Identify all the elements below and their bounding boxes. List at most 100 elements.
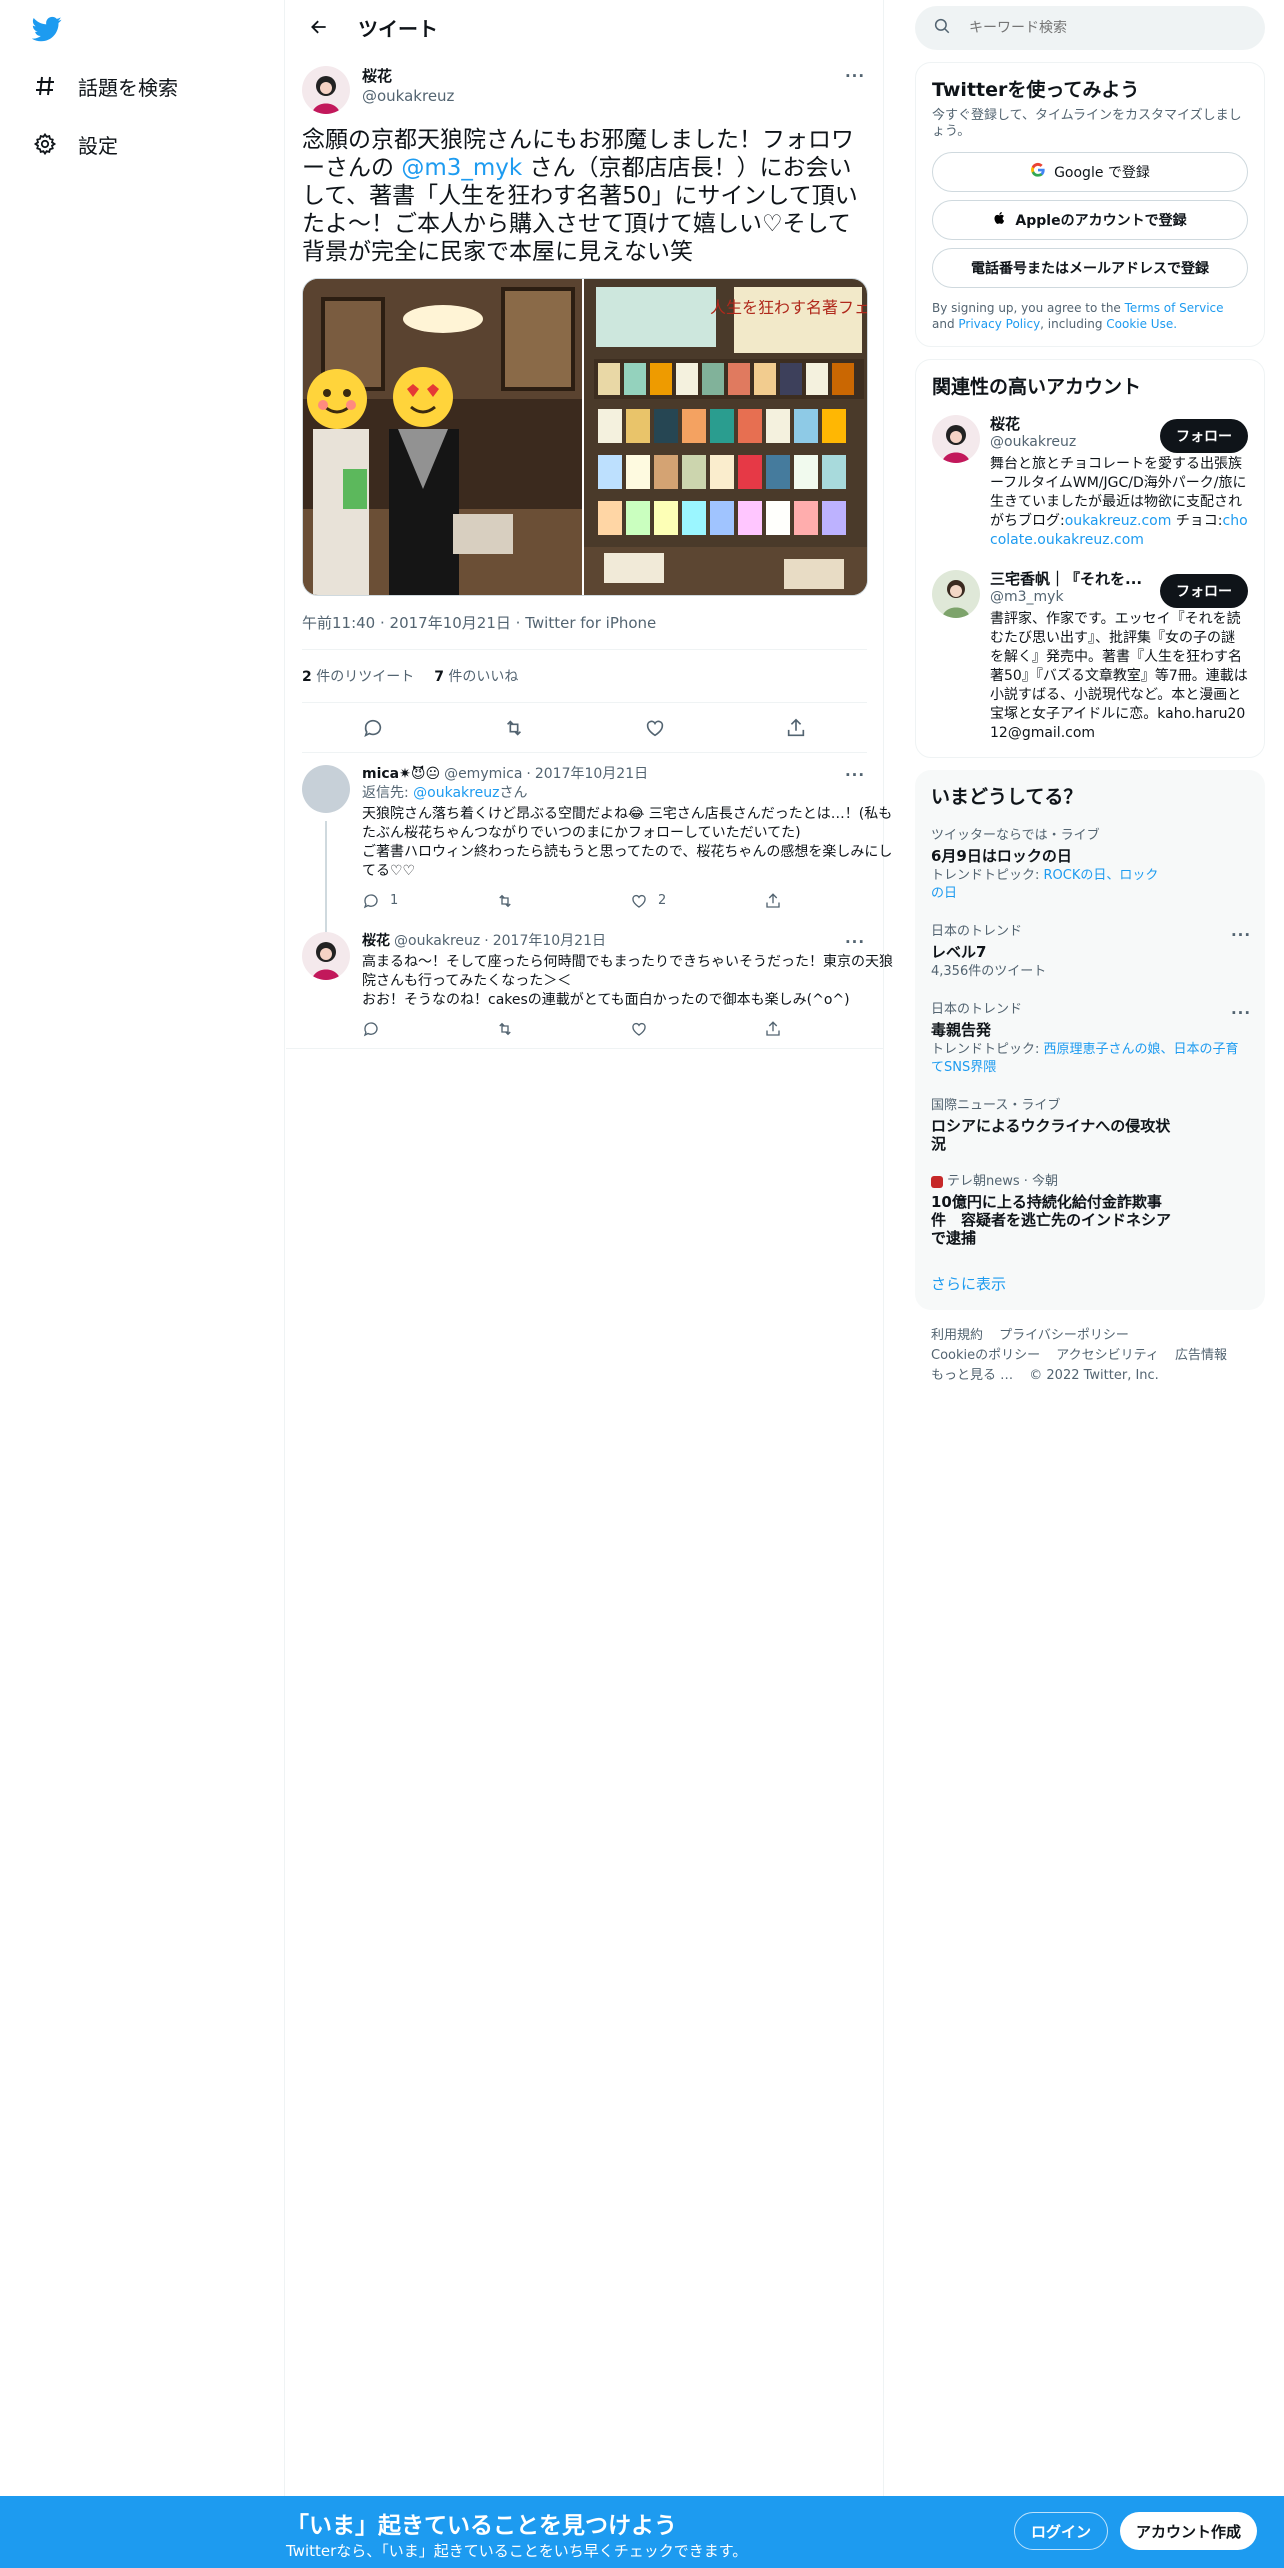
- cookie-link[interactable]: Cookie Use.: [1106, 317, 1177, 331]
- trend-item[interactable]: テレ朝news · 今朝 10億円に上る持続化給付金詐欺事件 容疑者を逃亡先のイ…: [915, 1163, 1265, 1257]
- footer-ads-link[interactable]: 広告情報: [1175, 1348, 1227, 1363]
- signup-legal-text: By signing up, you agree to the Terms of…: [916, 288, 1264, 346]
- trend-sub-prefix: トレンドトピック:: [931, 1042, 1044, 1057]
- reply-tweet[interactable]: mica✷😈😐 @emymica · 2017年10月21日 返信先: @ouk…: [286, 753, 892, 971]
- trend-item[interactable]: 日本のトレンド 毒親告発 トレンドトピック: 西原理恵子さんの娘、日本の子育てS…: [915, 991, 1265, 1087]
- retweet-stat[interactable]: 2 件のリツイート: [302, 666, 414, 686]
- retweet-button[interactable]: [496, 891, 630, 910]
- tweet-photos: 人生を狂わす名著フェア: [302, 278, 868, 596]
- google-signup-button[interactable]: Google で登録: [932, 152, 1248, 192]
- reply-date[interactable]: 2017年10月21日: [535, 765, 648, 784]
- follow-button[interactable]: フォロー: [1160, 419, 1248, 453]
- retweet-stat-label: 件のリツイート: [316, 669, 415, 685]
- like-stat[interactable]: 7 件のいいね: [434, 666, 518, 686]
- trend-sub: トレンドトピック: ROCKの日、ロックの日: [931, 867, 1171, 903]
- tweet-photo-2[interactable]: 人生を狂わす名著フェア: [584, 279, 867, 595]
- trend-title: 6月9日はロックの日: [931, 847, 1072, 865]
- footer-more-link[interactable]: もっと見る …: [931, 1368, 1013, 1383]
- apple-signup-label: Appleのアカウントで登録: [1015, 213, 1187, 229]
- tweet-time[interactable]: 午前11:40: [302, 614, 375, 632]
- author-handle[interactable]: @oukakreuz: [362, 86, 454, 106]
- news-source-icon: [931, 1176, 943, 1188]
- mention-link[interactable]: @m3_myk: [401, 155, 522, 181]
- reply-to-suffix: さん: [499, 785, 528, 801]
- avatar[interactable]: [932, 415, 980, 463]
- reply-author-handle[interactable]: @emymica: [444, 765, 522, 784]
- reply-tweet[interactable]: 桜花 @oukakreuz · 2017年10月21日 高まるね〜！そして座った…: [286, 920, 893, 1049]
- phone-email-signup-button[interactable]: 電話番号またはメールアドレスで登録: [932, 248, 1248, 288]
- avatar[interactable]: [302, 765, 350, 813]
- legal-including: , including: [1040, 317, 1107, 331]
- reply-actions: [362, 1020, 898, 1038]
- like-button[interactable]: [630, 1020, 764, 1038]
- retweet-button[interactable]: [496, 1020, 630, 1038]
- search-input[interactable]: [969, 20, 1229, 36]
- trend-context: ツイッターならでは・ライブ: [931, 828, 1100, 843]
- retweet-icon[interactable]: [497, 711, 531, 745]
- tweet-photo-1[interactable]: [303, 279, 584, 595]
- like-button[interactable]: 2: [630, 891, 764, 910]
- trends-title: いまどうしてる？: [931, 786, 1083, 808]
- like-icon[interactable]: [638, 711, 672, 745]
- trend-title: ロシアによるウクライナへの侵攻状況: [931, 1117, 1171, 1153]
- reply-text: 天狼院さん落ち着くけど昂ぶる空間だよね😂 三宅さん店長さんだったとは…！(私もた…: [362, 806, 893, 879]
- trend-item[interactable]: 国際ニュース・ライブ ロシアによるウクライナへの侵攻状況: [915, 1087, 1265, 1163]
- nav-settings[interactable]: 設定: [32, 124, 118, 164]
- retweet-count: 2: [302, 669, 312, 685]
- signup-card-subtitle: 今すぐ登録して、タイムラインをカスタマイズしましょう。: [932, 108, 1242, 139]
- reply-button[interactable]: [362, 1020, 496, 1038]
- footer-terms-link[interactable]: 利用規約: [931, 1328, 983, 1343]
- main-header: ツイート: [286, 0, 883, 54]
- reply-author-name[interactable]: 桜花: [362, 932, 390, 951]
- login-button[interactable]: ログイン: [1014, 2512, 1109, 2550]
- tweet-meta: 午前11:40 · 2017年10月21日 · Twitter for iPho…: [302, 596, 867, 650]
- reply-button[interactable]: 1: [362, 891, 496, 910]
- like-count: 7: [434, 669, 444, 685]
- related-account[interactable]: 三宅香帆｜『それを... @m3_myk 書評家、作家です。エッセイ『それを読む…: [916, 560, 1264, 757]
- search-box[interactable]: [915, 6, 1265, 50]
- share-button[interactable]: [764, 1020, 898, 1038]
- terms-link[interactable]: Terms of Service: [1125, 301, 1224, 315]
- avatar[interactable]: [302, 932, 350, 980]
- tweet-source: Twitter for iPhone: [525, 614, 657, 632]
- share-button[interactable]: [764, 891, 898, 910]
- follow-button[interactable]: フォロー: [1160, 574, 1248, 608]
- back-arrow-icon[interactable]: [302, 10, 336, 44]
- signup-card-title: Twitterを使ってみよう: [932, 79, 1140, 101]
- twitter-logo-icon[interactable]: [31, 14, 66, 48]
- reply-author-name[interactable]: mica✷😈😐: [362, 765, 440, 784]
- more-options-icon[interactable]: ···: [1229, 923, 1253, 947]
- apple-signup-button[interactable]: Appleのアカウントで登録: [932, 200, 1248, 240]
- privacy-link[interactable]: Privacy Policy: [958, 317, 1040, 331]
- avatar[interactable]: [932, 570, 980, 618]
- trend-context: 日本のトレンド: [931, 1002, 1023, 1017]
- create-account-button[interactable]: アカウント作成: [1120, 2512, 1258, 2550]
- trend-item[interactable]: 日本のトレンド レベル7 4,356件のツイート ···: [915, 913, 1265, 991]
- reply-icon[interactable]: [356, 711, 390, 745]
- more-options-icon[interactable]: ···: [1229, 1001, 1253, 1025]
- retweet-icon: [499, 1022, 511, 1036]
- reply-date[interactable]: 2017年10月21日: [493, 932, 606, 951]
- related-account[interactable]: 桜花 @oukakreuz 舞台と旅とチョコレートを愛する出張族ーフルタイムWM…: [916, 405, 1264, 560]
- show-more-link[interactable]: さらに表示: [931, 1275, 1006, 1293]
- share-icon: [766, 1021, 780, 1036]
- footer-privacy-link[interactable]: プライバシーポリシー: [999, 1328, 1129, 1343]
- more-options-icon[interactable]: ···: [843, 763, 867, 787]
- nav-explore[interactable]: 話題を検索: [32, 66, 178, 106]
- share-icon[interactable]: [779, 711, 813, 745]
- reply-to-handle[interactable]: @oukakreuz: [413, 785, 499, 801]
- more-options-icon[interactable]: ···: [843, 930, 867, 954]
- apple-icon: [993, 210, 1007, 230]
- footer-cookie-link[interactable]: Cookieのポリシー: [931, 1348, 1040, 1363]
- author-name[interactable]: 桜花: [362, 66, 454, 86]
- footer-accessibility-link[interactable]: アクセシビリティ: [1056, 1348, 1159, 1363]
- legal-and: and: [932, 317, 959, 331]
- trend-item[interactable]: ツイッターならでは・ライブ 6月9日はロックの日 トレンドトピック: ROCKの…: [915, 817, 1265, 913]
- poster-text: 人生を狂わす名著フェア: [710, 298, 867, 317]
- reply-author-handle[interactable]: @oukakreuz: [394, 932, 480, 951]
- trend-title: レベル7: [931, 943, 987, 961]
- avatar[interactable]: [302, 66, 350, 114]
- bio-link[interactable]: oukakreuz.com: [1065, 513, 1172, 529]
- more-options-icon[interactable]: ···: [843, 64, 867, 88]
- tweet-date[interactable]: 2017年10月21日: [390, 614, 511, 632]
